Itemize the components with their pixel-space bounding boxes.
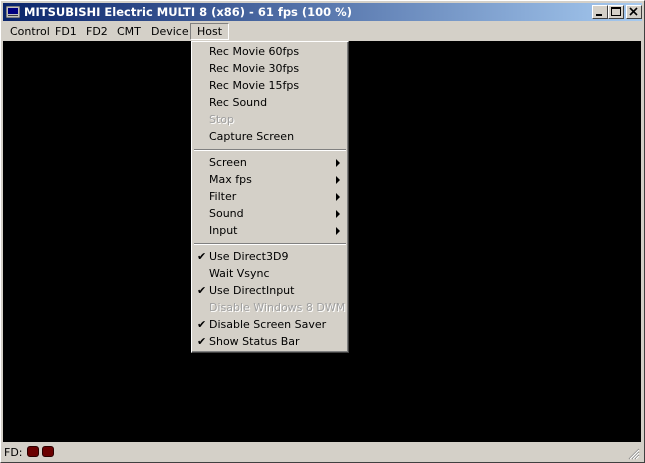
menu-item-label: Rec Movie 30fps xyxy=(209,62,300,75)
fd2-access-led xyxy=(42,446,54,457)
menu-item-label: Screen xyxy=(209,156,247,169)
fd1-access-led xyxy=(27,446,39,457)
menu-item-label: Use DirectInput xyxy=(209,284,295,297)
menu-cmt[interactable]: CMT xyxy=(111,23,147,40)
checkmark-icon: ✔ xyxy=(197,284,207,297)
menu-item-label: Use Direct3D9 xyxy=(209,250,289,263)
maximize-button[interactable] xyxy=(608,5,624,19)
resize-grip-icon[interactable] xyxy=(628,448,640,460)
menu-item-label: Sound xyxy=(209,207,244,220)
menu-separator xyxy=(194,149,346,151)
menu-item-label: Wait Vsync xyxy=(209,267,270,280)
submenu-arrow-icon xyxy=(336,193,340,201)
submenu-arrow-icon xyxy=(336,227,340,235)
menu-item-label: Show Status Bar xyxy=(209,335,300,348)
menu-device[interactable]: Device xyxy=(145,23,195,40)
host-menu-dropdown: Rec Movie 60fps Rec Movie 30fps Rec Movi… xyxy=(191,41,349,353)
menu-item-label: Rec Movie 15fps xyxy=(209,79,300,92)
menu-item-disable-windows8-dwm: Disable Windows 8 DWM xyxy=(194,299,346,316)
submenu-arrow-icon xyxy=(336,176,340,184)
menu-item-filter[interactable]: Filter xyxy=(194,188,346,205)
checkmark-icon: ✔ xyxy=(197,250,207,263)
menu-bar: Control FD1 FD2 CMT Device Host xyxy=(3,22,642,41)
menu-item-rec-movie-15fps[interactable]: Rec Movie 15fps xyxy=(194,77,346,94)
menu-item-capture-screen[interactable]: Capture Screen xyxy=(194,128,346,145)
menu-control[interactable]: Control xyxy=(4,23,56,40)
close-icon xyxy=(629,7,638,16)
menu-item-input[interactable]: Input xyxy=(194,222,346,239)
checkmark-icon: ✔ xyxy=(197,318,207,331)
menu-item-label: Disable Windows 8 DWM xyxy=(209,301,346,314)
menu-host[interactable]: Host xyxy=(190,23,230,40)
maximize-icon xyxy=(611,7,621,16)
menu-item-screen[interactable]: Screen xyxy=(194,154,346,171)
menu-item-stop: Stop xyxy=(194,111,346,128)
menu-separator xyxy=(194,243,346,245)
menu-item-label: Capture Screen xyxy=(209,130,295,143)
menu-item-label: Disable Screen Saver xyxy=(209,318,327,331)
menu-item-use-direct3d9[interactable]: ✔ Use Direct3D9 xyxy=(194,248,346,265)
menu-item-show-status-bar[interactable]: ✔ Show Status Bar xyxy=(194,333,346,350)
menu-item-wait-vsync[interactable]: Wait Vsync xyxy=(194,265,346,282)
menu-item-label: Stop xyxy=(209,113,235,126)
checkmark-icon: ✔ xyxy=(197,335,207,348)
emulator-window: MITSUBISHI Electric MULTI 8 (x86) - 61 f… xyxy=(0,0,645,463)
menu-item-label: Rec Sound xyxy=(209,96,268,109)
submenu-arrow-icon xyxy=(336,159,340,167)
menu-item-disable-screen-saver[interactable]: ✔ Disable Screen Saver xyxy=(194,316,346,333)
minimize-icon xyxy=(596,14,602,16)
title-bar[interactable]: MITSUBISHI Electric MULTI 8 (x86) - 61 f… xyxy=(3,3,642,21)
menu-item-label: Filter xyxy=(209,190,237,203)
menu-item-rec-movie-30fps[interactable]: Rec Movie 30fps xyxy=(194,60,346,77)
submenu-arrow-icon xyxy=(336,210,340,218)
menu-item-rec-movie-60fps[interactable]: Rec Movie 60fps xyxy=(194,43,346,60)
menu-item-label: Max fps xyxy=(209,173,252,186)
menu-item-sound[interactable]: Sound xyxy=(194,205,346,222)
minimize-button[interactable] xyxy=(592,5,608,19)
menu-item-label: Input xyxy=(209,224,238,237)
fd-status-label: FD: xyxy=(4,446,23,459)
menu-item-rec-sound[interactable]: Rec Sound xyxy=(194,94,346,111)
menu-fd1[interactable]: FD1 xyxy=(49,23,83,40)
menu-item-use-directinput[interactable]: ✔ Use DirectInput xyxy=(194,282,346,299)
close-button[interactable] xyxy=(626,5,642,19)
app-icon xyxy=(6,6,20,18)
window-title: MITSUBISHI Electric MULTI 8 (x86) - 61 f… xyxy=(24,5,352,19)
status-bar: FD: xyxy=(3,443,642,462)
menu-item-label: Rec Movie 60fps xyxy=(209,45,300,58)
menu-fd2[interactable]: FD2 xyxy=(80,23,114,40)
menu-item-max-fps[interactable]: Max fps xyxy=(194,171,346,188)
